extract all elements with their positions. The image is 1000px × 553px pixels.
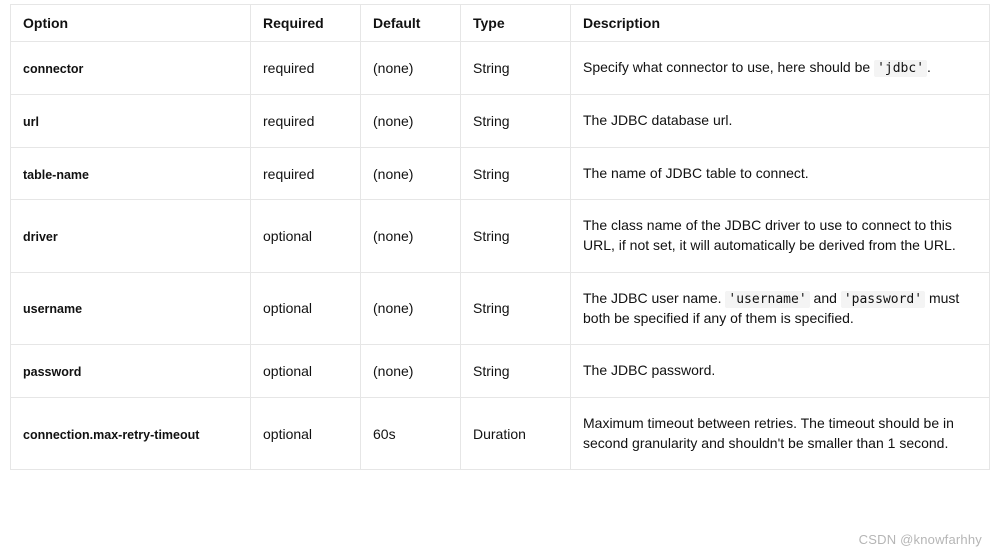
cell-type: String xyxy=(461,272,571,345)
cell-description: The JDBC user name. 'username' and 'pass… xyxy=(571,272,990,345)
cell-type: String xyxy=(461,200,571,272)
cell-option: connection.max-retry-timeout xyxy=(11,397,251,469)
cell-required: optional xyxy=(251,345,361,398)
cell-option: table-name xyxy=(11,147,251,200)
cell-required: required xyxy=(251,42,361,95)
options-table: Option Required Default Type Description… xyxy=(10,4,990,470)
cell-type: String xyxy=(461,95,571,148)
table-row: connector required(none)StringSpecify wha… xyxy=(11,42,990,95)
table-row: table-name required(none)StringThe name o… xyxy=(11,147,990,200)
cell-required: optional xyxy=(251,397,361,469)
cell-default: (none) xyxy=(361,147,461,200)
cell-default: (none) xyxy=(361,272,461,345)
cell-required: optional xyxy=(251,272,361,345)
cell-default: (none) xyxy=(361,345,461,398)
option-name: password xyxy=(23,365,81,379)
cell-option: driver xyxy=(11,200,251,272)
cell-default: (none) xyxy=(361,95,461,148)
option-name: connector xyxy=(23,62,83,76)
header-type: Type xyxy=(461,5,571,42)
option-name: connection.max-retry-timeout xyxy=(23,428,199,442)
table-row: username optional(none)StringThe JDBC use… xyxy=(11,272,990,345)
cell-option: password xyxy=(11,345,251,398)
header-description: Description xyxy=(571,5,990,42)
cell-option: url xyxy=(11,95,251,148)
inline-code: 'jdbc' xyxy=(874,60,927,77)
table-row: url required(none)StringThe JDBC database… xyxy=(11,95,990,148)
option-name: driver xyxy=(23,230,58,244)
cell-description: Maximum timeout between retries. The tim… xyxy=(571,397,990,469)
cell-default: (none) xyxy=(361,200,461,272)
option-name: table-name xyxy=(23,168,89,182)
cell-type: String xyxy=(461,147,571,200)
cell-description: The class name of the JDBC driver to use… xyxy=(571,200,990,272)
cell-type: Duration xyxy=(461,397,571,469)
header-option: Option xyxy=(11,5,251,42)
inline-code: 'password' xyxy=(841,291,925,308)
option-name: username xyxy=(23,302,82,316)
cell-description: The name of JDBC table to connect. xyxy=(571,147,990,200)
cell-description: The JDBC database url. xyxy=(571,95,990,148)
cell-description: The JDBC password. xyxy=(571,345,990,398)
cell-option: connector xyxy=(11,42,251,95)
header-required: Required xyxy=(251,5,361,42)
table-row: driver optional(none)StringThe class name… xyxy=(11,200,990,272)
watermark: CSDN @knowfarhhy xyxy=(859,532,982,547)
table-row: password optional(none)StringThe JDBC pas… xyxy=(11,345,990,398)
table-row: connection.max-retry-timeout optional60sD… xyxy=(11,397,990,469)
cell-required: required xyxy=(251,95,361,148)
cell-type: String xyxy=(461,345,571,398)
table-header-row: Option Required Default Type Description xyxy=(11,5,990,42)
cell-required: optional xyxy=(251,200,361,272)
cell-default: 60s xyxy=(361,397,461,469)
inline-code: 'username' xyxy=(725,291,809,308)
cell-description: Specify what connector to use, here shou… xyxy=(571,42,990,95)
option-name: url xyxy=(23,115,39,129)
table-body: connectorrequired(none)StringSpecify wha… xyxy=(11,42,990,470)
cell-required: required xyxy=(251,147,361,200)
options-table-container: Option Required Default Type Description… xyxy=(0,0,1000,474)
cell-option: username xyxy=(11,272,251,345)
cell-default: (none) xyxy=(361,42,461,95)
header-default: Default xyxy=(361,5,461,42)
cell-type: String xyxy=(461,42,571,95)
